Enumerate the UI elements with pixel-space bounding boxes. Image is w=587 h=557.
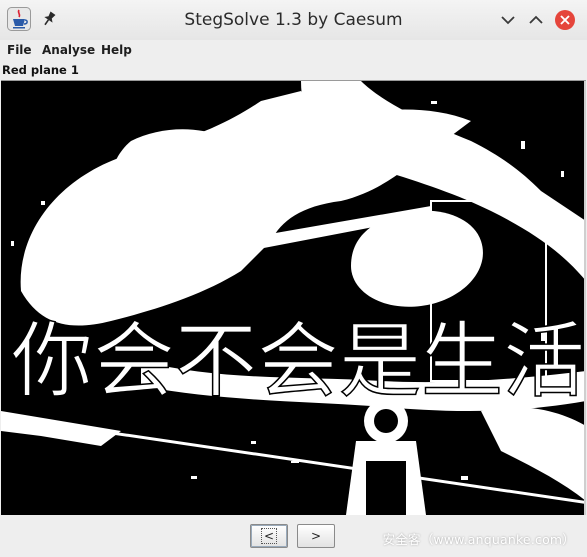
menu-help[interactable]: Help (100, 40, 133, 60)
chevron-down-icon[interactable] (497, 9, 519, 31)
previous-button-label: < (260, 528, 278, 544)
menu-analyse[interactable]: Analyse (41, 40, 96, 60)
vertical-scrollbar[interactable] (584, 81, 586, 515)
stegsolve-window: StegSolve 1.3 by Caesum File Analyse Hel… (0, 0, 587, 557)
overlay-text: 你会不会是生活 (11, 314, 585, 409)
menu-file[interactable]: File (6, 40, 33, 60)
previous-plane-button[interactable]: < (250, 524, 288, 548)
close-icon[interactable] (554, 9, 576, 31)
chevron-up-icon[interactable] (525, 9, 547, 31)
next-plane-button[interactable]: > (297, 524, 335, 548)
title-bar[interactable]: StegSolve 1.3 by Caesum (0, 0, 587, 41)
java-cup-icon[interactable] (7, 7, 31, 31)
image-viewer[interactable]: 你会不会是生活 (1, 80, 586, 515)
watermark-text: 安全客（www.anquanke.com） (382, 532, 575, 547)
pin-icon[interactable] (40, 10, 58, 28)
bottom-panel: < > 安全客（www.anquanke.com） (0, 515, 587, 557)
menu-bar: File Analyse Help (0, 40, 587, 60)
bitplane-image: 你会不会是生活 (1, 81, 586, 515)
plane-label: Red plane 1 (2, 63, 79, 77)
